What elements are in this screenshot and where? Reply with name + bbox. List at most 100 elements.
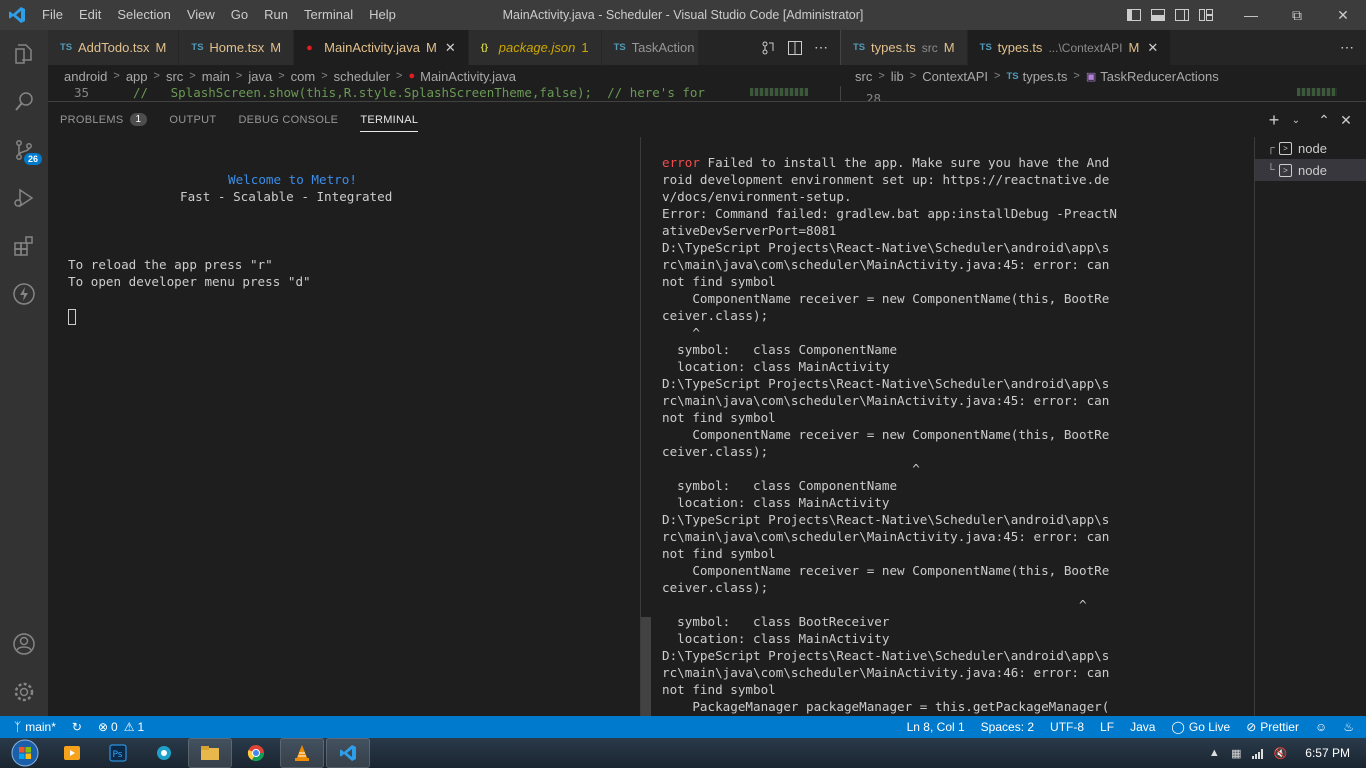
title-bar: File Edit Selection View Go Run Terminal… (0, 0, 1366, 30)
sync-icon[interactable]: ↻ (64, 716, 90, 738)
close-window-icon[interactable]: ✕ (1320, 0, 1366, 30)
minimap[interactable] (1297, 88, 1337, 96)
tab-package-json[interactable]: {} package.json 1 (468, 30, 602, 65)
clock[interactable]: 6:57 PM (1305, 746, 1350, 760)
menu-terminal[interactable]: Terminal (296, 0, 361, 30)
close-tab-icon[interactable]: ✕ (445, 40, 456, 56)
indentation[interactable]: Spaces: 2 (973, 716, 1042, 738)
notifications-bell-icon[interactable]: ♨ (1335, 716, 1366, 738)
metro-tagline: Fast - Scalable - Integrated (180, 189, 393, 204)
menu-run[interactable]: Run (256, 0, 296, 30)
cursor-position[interactable]: Ln 8, Col 1 (899, 716, 973, 738)
new-terminal-icon[interactable]: + (1264, 110, 1284, 130)
terminal-build-output[interactable]: error Failed to install the app. Make su… (662, 154, 1142, 717)
menu-edit[interactable]: Edit (71, 0, 109, 30)
menu-go[interactable]: Go (223, 0, 256, 30)
extensions-icon[interactable] (0, 222, 48, 270)
tab-terminal[interactable]: TERMINAL (360, 102, 419, 137)
breadcrumb-item[interactable]: app (126, 69, 148, 84)
split-editor-icon[interactable] (782, 30, 808, 65)
close-panel-icon[interactable]: ✕ (1336, 110, 1356, 130)
language-mode[interactable]: Java (1122, 716, 1163, 738)
chevron-down-icon[interactable]: ⌄ (1286, 110, 1306, 130)
menu-view[interactable]: View (179, 0, 223, 30)
toggle-panel-icon[interactable] (1146, 0, 1170, 30)
photoshop-icon[interactable]: Ps (96, 738, 140, 768)
breadcrumb-item[interactable]: java (248, 69, 272, 84)
breadcrumb-item[interactable]: TaskReducerActions (1100, 69, 1219, 84)
code-editor-left[interactable]: 35 // SplashScreen.show(this,R.style.Spl… (48, 86, 840, 101)
menu-file[interactable]: File (34, 0, 71, 30)
show-hidden-icons-icon[interactable]: ▲ (1203, 738, 1225, 768)
git-branch-icon: ᛉ (14, 720, 22, 734)
breadcrumb-item[interactable]: src (855, 69, 872, 84)
breadcrumb-item[interactable]: lib (891, 69, 904, 84)
media-player-icon[interactable] (50, 738, 94, 768)
tab-types-src[interactable]: TS types.ts src M (841, 30, 968, 65)
thunder-client-icon[interactable] (0, 270, 48, 318)
tab-label: TERMINAL (360, 113, 419, 126)
problems-indicator[interactable]: ⊗ 0 ⚠ 1 (90, 716, 152, 738)
file-explorer-icon[interactable] (188, 738, 232, 768)
device-icon[interactable]: ▦ (1225, 738, 1247, 768)
minimap[interactable] (750, 88, 808, 96)
open-changes-icon[interactable] (756, 30, 782, 65)
restore-icon[interactable]: ⧉ (1274, 0, 1320, 30)
volume-muted-icon[interactable]: 🔇 (1269, 738, 1291, 768)
tab-types-contextapi[interactable]: TS types.ts ...\ContextAPI M ✕ (967, 30, 1172, 65)
breadcrumb-item[interactable]: com (291, 69, 316, 84)
editor-tabs-right: TS types.ts src M TS types.ts ...\Contex… (840, 30, 1366, 65)
encoding[interactable]: UTF-8 (1042, 716, 1092, 738)
vscode-taskbar-icon[interactable] (326, 738, 370, 768)
tab-mainactivity[interactable]: ● MainActivity.java M ✕ (294, 30, 469, 65)
terminal-metro[interactable]: Welcome to Metro! Fast - Scalable - Inte… (68, 137, 638, 717)
run-debug-icon[interactable] (0, 174, 48, 222)
settings-gear-icon[interactable] (0, 668, 48, 716)
minimize-icon[interactable]: — (1228, 0, 1274, 30)
line-ending[interactable]: LF (1092, 716, 1122, 738)
code-editor-right[interactable]: 28 (840, 86, 1366, 101)
breadcrumb-item[interactable]: scheduler (334, 69, 390, 84)
explorer-icon[interactable] (0, 30, 48, 78)
tab-problems[interactable]: PROBLEMS 1 (60, 102, 148, 137)
breadcrumb-item[interactable]: ContextAPI (922, 69, 988, 84)
breadcrumb-item[interactable]: main (202, 69, 230, 84)
feedback-icon[interactable]: ☺ (1307, 716, 1335, 738)
terminal-list-item[interactable]: └ > node (1255, 159, 1366, 181)
more-actions-icon[interactable]: ⋯ (808, 30, 834, 65)
vlc-icon[interactable] (280, 738, 324, 768)
menu-bar: File Edit Selection View Go Run Terminal… (34, 0, 404, 30)
terminal-scrollbar[interactable] (641, 617, 651, 717)
browser-icon[interactable] (142, 738, 186, 768)
start-button-icon[interactable] (0, 738, 50, 768)
terminal-list-item[interactable]: ┌ > node (1255, 137, 1366, 159)
tab-output[interactable]: OUTPUT (169, 102, 216, 137)
maximize-panel-icon[interactable]: ⌃ (1314, 110, 1334, 130)
menu-selection[interactable]: Selection (109, 0, 178, 30)
source-control-icon[interactable]: 26 (0, 126, 48, 174)
breadcrumb-item[interactable]: MainActivity.java (420, 69, 516, 84)
tab-modified-indicator: M (943, 40, 955, 55)
tab-label: MainActivity.java (324, 40, 420, 55)
breadcrumb-item[interactable]: src (166, 69, 183, 84)
breadcrumb-item[interactable]: android (64, 69, 107, 84)
tab-taskaction[interactable]: TS TaskAction (601, 30, 700, 65)
close-tab-icon[interactable]: ✕ (1147, 40, 1158, 56)
branch-indicator[interactable]: ᛉ main* (0, 716, 64, 738)
breadcrumb-item[interactable]: types.ts (1023, 69, 1068, 84)
problems-count-badge: 1 (129, 113, 148, 126)
prettier-button[interactable]: ⊘ Prettier (1238, 716, 1307, 738)
tab-home[interactable]: TS Home.tsx M (179, 30, 295, 65)
search-icon[interactable] (0, 78, 48, 126)
accounts-icon[interactable] (0, 620, 48, 668)
toggle-primary-sidebar-icon[interactable] (1122, 0, 1146, 30)
menu-help[interactable]: Help (361, 0, 404, 30)
tab-addtodo[interactable]: TS AddTodo.tsx M (48, 30, 180, 65)
network-signal-icon[interactable] (1247, 738, 1269, 768)
chrome-icon[interactable] (234, 738, 278, 768)
tab-debug-console[interactable]: DEBUG CONSOLE (238, 102, 338, 137)
toggle-secondary-sidebar-icon[interactable] (1170, 0, 1194, 30)
customize-layout-icon[interactable] (1194, 0, 1218, 30)
more-actions-icon[interactable]: ⋯ (1334, 30, 1360, 65)
go-live-button[interactable]: ◯ Go Live (1163, 716, 1238, 738)
